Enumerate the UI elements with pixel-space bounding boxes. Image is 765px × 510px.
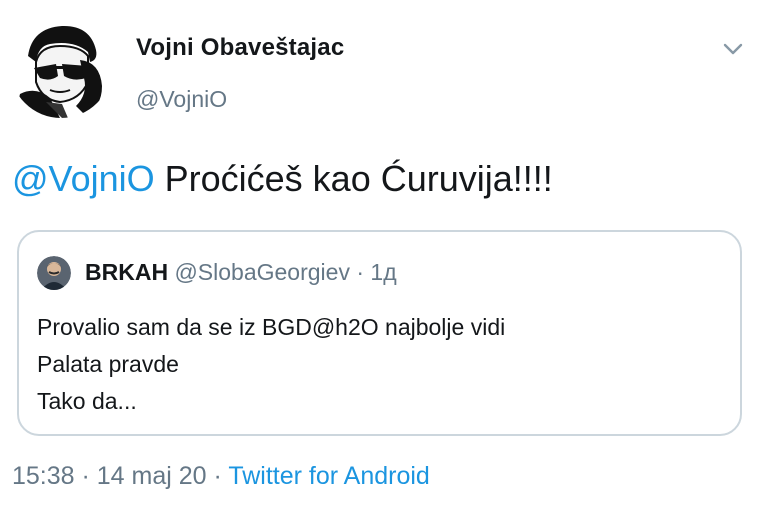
quoted-author-name: BRKAH [85,259,169,285]
author-display-name[interactable]: Vojni Obaveštajac [136,34,344,62]
quoted-text-line: Palata pravde [37,351,179,377]
tweet-time[interactable]: 15:38 [12,462,75,490]
quoted-tweet-header: BRKAH @SlobaGeorgiev · 1д [85,259,397,286]
tweet-footer: 15:38 · 14 maj 20 · Twitter for Android [12,462,430,491]
tweet-body: Proćićeš kao Ćuruvija!!!! [154,158,553,199]
tweet-mention-link[interactable]: @VojniO [12,158,155,199]
quoted-time: 1д [370,259,397,285]
author-handle[interactable]: @VojniO [136,86,227,113]
tweet-source-link[interactable]: Twitter for Android [228,462,429,490]
tweet-text: @VojniO Proćićeš kao Ćuruvija!!!! [12,158,553,200]
tweet-card: Vojni Obaveštajac @VojniO @VojniO Proćić… [0,0,765,510]
author-avatar[interactable] [10,16,112,118]
chevron-down-icon[interactable] [720,38,746,60]
quoted-text-line: Tako da... [37,388,137,414]
quoted-author-handle: @SlobaGeorgiev [174,259,350,285]
quoted-separator: · [349,259,371,285]
footer-separator: · [206,462,229,490]
tweet-date[interactable]: 14 maj 20 [97,462,207,490]
quoted-tweet[interactable]: BRKAH @SlobaGeorgiev · 1д Provalio sam d… [17,230,742,436]
footer-separator: · [74,462,97,490]
quoted-author-avatar [37,256,71,290]
quoted-text-line: Provalio sam da se iz BGD@h2O najbolje v… [37,314,506,340]
